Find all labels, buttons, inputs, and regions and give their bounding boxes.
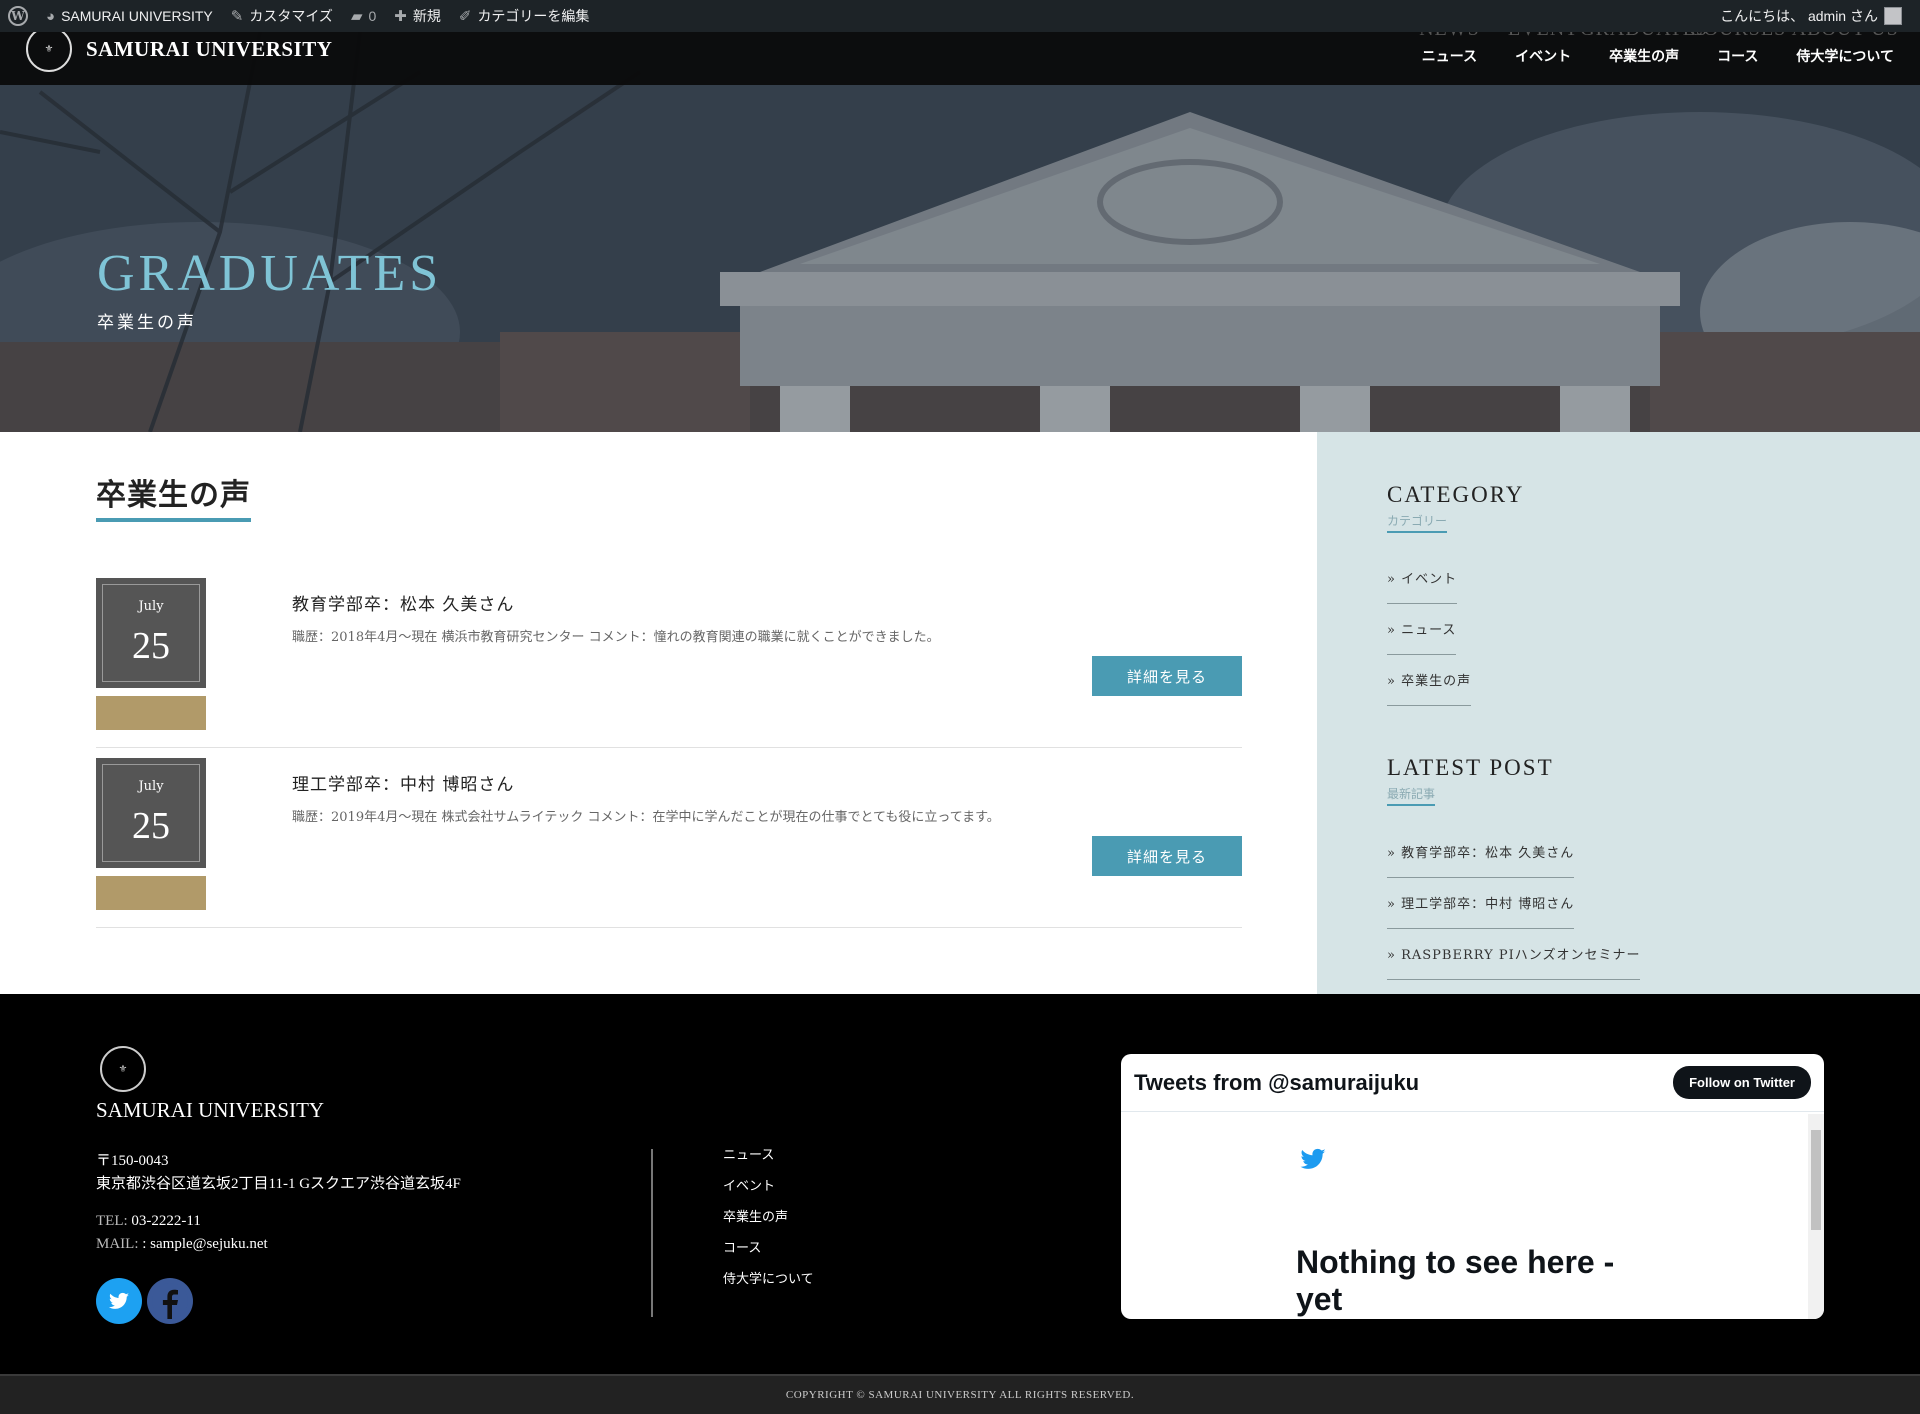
date-month: July [138, 779, 164, 794]
twitter-empty-message: Nothing to see here - yet [1296, 1244, 1615, 1317]
site-footer: ⚜ SAMURAI UNIVERSITY 〒150-0043 東京都渋谷区道玄坂… [0, 994, 1920, 1374]
date-day: 25 [132, 625, 170, 667]
main-content: 卒業生の声 July 25 教育学部卒：松本 久美さん 職歴：2018年4月～現… [0, 432, 1317, 994]
post-title[interactable]: 教育学部卒：松本 久美さん [292, 590, 514, 615]
footer-address: 〒150-0043 東京都渋谷区道玄坂2丁目11-1 Gスクエア渋谷道玄坂4F [96, 1150, 461, 1196]
footer-tel-row: TEL: 03-2222-11 [96, 1210, 268, 1233]
wordpress-menu[interactable]: W [0, 0, 37, 32]
footer-nav-news[interactable]: ニュース [723, 1140, 814, 1171]
brush-icon: ✎ [230, 7, 244, 25]
nav-item-about[interactable]: ABOUT US 侍大学について [1792, 18, 1898, 85]
sidebar-latest-post[interactable]: » 教育学部卒：松本 久美さん [1387, 842, 1575, 878]
mail-label: MAIL: [96, 1236, 139, 1252]
post-title[interactable]: 理工学部卒：中村 博昭さん [292, 770, 514, 795]
footer-contact: TEL: 03-2222-11 MAIL: : sample@sejuku.ne… [96, 1210, 268, 1256]
footer-site-name: SAMURAI UNIVERSITY [96, 1098, 325, 1122]
nav-item-event[interactable]: EVENT イベント [1508, 18, 1578, 85]
footer-mail-row: MAIL: : sample@sejuku.net [96, 1233, 268, 1256]
site-header: ⚜ SAMURAI UNIVERSITY NEWS ニュース EVENT イベン… [0, 18, 1920, 85]
admin-edit-category-label: カテゴリーを編集 [477, 8, 590, 24]
twitter-button[interactable] [96, 1278, 142, 1324]
footer-logo-icon[interactable]: ⚜ [100, 1046, 146, 1092]
admin-comments-link[interactable]: ▰ 0 [342, 0, 385, 32]
footer-nav-event[interactable]: イベント [723, 1171, 814, 1202]
sidebar: CATEGORY カテゴリー » イベント » ニュース » 卒業生の声 LAT… [1317, 432, 1920, 994]
footer-nav-about[interactable]: 侍大学について [723, 1264, 814, 1295]
post-item: July 25 教育学部卒：松本 久美さん 職歴：2018年4月～現在 横浜市教… [96, 578, 1242, 748]
hero-background-illustration [0, 32, 1920, 432]
sidebar-item-event[interactable]: » イベント [1387, 568, 1458, 604]
footer-postal: 〒150-0043 [96, 1153, 169, 1169]
twitter-widget-header: Tweets from @samuraijuku Follow on Twitt… [1121, 1054, 1824, 1112]
sidebar-latest-post[interactable]: » 理工学部卒：中村 博昭さん [1387, 893, 1575, 929]
hero-subtitle: 卒業生の声 [97, 313, 197, 333]
post-item: July 25 理工学部卒：中村 博昭さん 職歴：2019年4月～現在 株式会社… [96, 758, 1242, 928]
admin-customize-link[interactable]: ✎ カスタマイズ [222, 0, 342, 32]
mail-value[interactable]: : sample@sejuku.net [142, 1236, 267, 1252]
read-more-button[interactable]: 詳細を見る [1092, 836, 1242, 876]
sidebar-latest-post[interactable]: » RASPBERRY PIハンズオンセミナー [1387, 944, 1641, 980]
read-more-button[interactable]: 詳細を見る [1092, 656, 1242, 696]
page-title: 卒業生の声 [96, 470, 251, 522]
admin-bar: W ◕ SAMURAI UNIVERSITY ✎ カスタマイズ ▰ 0 ✚ 新規… [0, 0, 1920, 32]
date-month: July [138, 599, 164, 614]
pencil-icon: ✐ [458, 7, 472, 25]
site-logo[interactable]: ⚜ SAMURAI UNIVERSITY [26, 26, 332, 72]
scrollbar-thumb[interactable] [1811, 1130, 1821, 1230]
follow-on-twitter-button[interactable]: Follow on Twitter [1673, 1066, 1811, 1099]
tel-label: TEL: [96, 1213, 128, 1229]
comment-icon: ▰ [350, 7, 363, 25]
plus-icon: ✚ [394, 7, 407, 25]
sidebar-item-graduates[interactable]: » 卒業生の声 [1387, 670, 1472, 706]
date-strip [96, 876, 206, 910]
footer-nav: ニュース イベント 卒業生の声 コース 侍大学について [723, 1140, 814, 1295]
admin-greeting: こんにちは、 admin さん [1720, 8, 1878, 24]
footer-divider [651, 1149, 653, 1317]
avatar [1884, 7, 1902, 25]
facebook-button[interactable] [147, 1278, 193, 1324]
post-excerpt: 職歴：2019年4月～現在 株式会社サムライテック コメント：在学中に学んだこと… [292, 810, 1000, 825]
admin-site-link[interactable]: ◕ SAMURAI UNIVERSITY [37, 0, 222, 32]
twitter-icon [108, 1292, 129, 1309]
copyright-bar: COPYRIGHT © SAMURAI UNIVERSITY ALL RIGHT… [0, 1374, 1920, 1414]
site-name: SAMURAI UNIVERSITY [86, 36, 333, 61]
footer-nav-graduates[interactable]: 卒業生の声 [723, 1202, 814, 1233]
sidebar-item-news[interactable]: » ニュース [1387, 619, 1457, 655]
tel-value: 03-2222-11 [131, 1213, 201, 1229]
admin-account-menu[interactable]: こんにちは、 admin さん [1720, 6, 1920, 26]
wordpress-icon: W [8, 6, 28, 26]
date-badge: July 25 [96, 578, 206, 688]
latest-widget-title: LATEST POST [1387, 755, 1554, 780]
hero-banner: GRADUATES 卒業生の声 [0, 32, 1920, 432]
date-day: 25 [132, 805, 170, 847]
nav-item-courses[interactable]: COURSES コース [1689, 18, 1785, 85]
hero-title: GRADUATES [97, 245, 443, 302]
date-strip [96, 696, 206, 730]
twitter-timeline-widget: Tweets from @samuraijuku Follow on Twitt… [1121, 1054, 1824, 1319]
facebook-icon [152, 1283, 188, 1319]
nav-item-news[interactable]: NEWS ニュース [1419, 18, 1479, 85]
admin-new-label: 新規 [412, 8, 441, 24]
twitter-widget-title[interactable]: Tweets from @samuraijuku [1134, 1070, 1419, 1096]
date-badge: July 25 [96, 758, 206, 868]
global-nav: NEWS ニュース EVENT イベント GRADUATES 卒業生の声 COU… [1419, 18, 1898, 85]
dashboard-icon: ◕ [46, 7, 56, 25]
footer-street: 東京都渋谷区道玄坂2丁目11-1 Gスクエア渋谷道玄坂4F [96, 1176, 461, 1192]
logo-emblem-icon: ⚜ [26, 26, 72, 72]
post-excerpt: 職歴：2018年4月～現在 横浜市教育研究センター コメント：憧れの教育関連の職… [292, 630, 940, 645]
category-widget-subtitle: カテゴリー [1387, 512, 1448, 533]
admin-customize-label: カスタマイズ [249, 8, 333, 24]
admin-edit-category-link[interactable]: ✐ カテゴリーを編集 [450, 0, 599, 32]
twitter-widget-scrollbar[interactable] [1808, 1114, 1824, 1319]
latest-widget-subtitle: 最新記事 [1387, 785, 1436, 806]
admin-site-label: SAMURAI UNIVERSITY [61, 8, 213, 24]
comments-count: 0 [368, 8, 377, 24]
twitter-bird-icon [1296, 1144, 1330, 1182]
copyright-text: COPYRIGHT © SAMURAI UNIVERSITY ALL RIGHT… [785, 1389, 1135, 1401]
footer-nav-courses[interactable]: コース [723, 1233, 814, 1264]
nav-item-graduates[interactable]: GRADUATES 卒業生の声 [1580, 18, 1707, 85]
admin-new-link[interactable]: ✚ 新規 [385, 0, 450, 32]
category-widget-title: CATEGORY [1387, 482, 1525, 507]
